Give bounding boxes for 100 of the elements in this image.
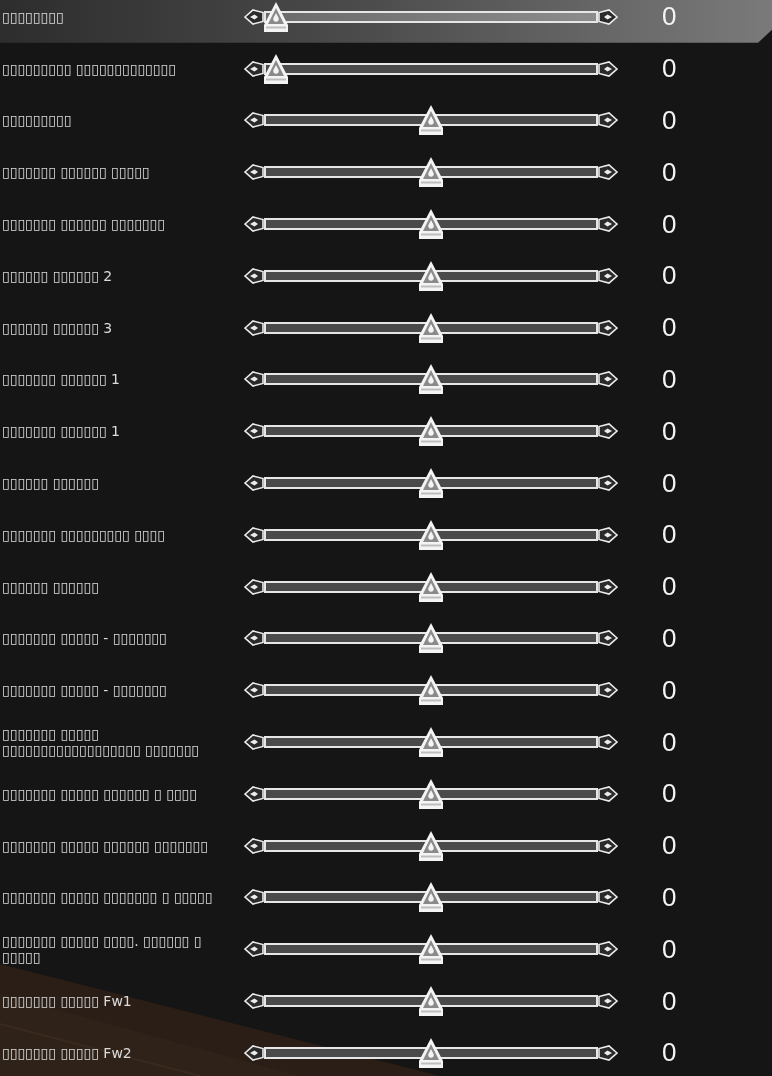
setting-row[interactable]: ▯▯▯▯▯▯▯ ▯▯▯▯▯▯ ▯▯▯▯▯ 0 [0,146,772,199]
right-arrow-icon[interactable] [598,318,618,337]
right-arrow-icon[interactable] [598,629,618,648]
setting-row[interactable]: ▯▯▯▯▯▯▯ ▯▯▯▯▯▯ 1 0 [0,353,772,406]
setting-label: ▯▯▯▯▯▯ ▯▯▯▯▯▯ [1,578,100,595]
slider-thumb[interactable] [419,157,443,188]
setting-row[interactable]: ▯▯▯▯▯▯▯ ▯▯▯▯▯ Fw1 0 [0,975,772,1027]
right-arrow-icon[interactable] [598,888,618,907]
left-arrow-icon[interactable] [244,59,264,78]
setting-row[interactable]: ▯▯▯▯▯▯▯ ▯▯▯▯▯▯ 1 0 [0,405,772,458]
slider-thumb[interactable] [419,623,443,654]
right-arrow-icon[interactable] [598,7,618,26]
setting-row[interactable]: ▯▯▯▯▯▯▯ ▯▯▯▯▯ ▯▯▯▯. ▯▯▯▯▯▯ ▯ ▯▯▯▯▯ 0 [0,923,772,976]
slider-thumb[interactable] [419,1037,443,1068]
slider-value: 0 [661,53,678,85]
slider-value: 0 [661,105,678,136]
setting-label: ▯▯▯▯▯▯▯▯▯ ▯▯▯▯▯▯▯▯▯▯▯▯▯ [1,60,177,77]
slider-thumb[interactable] [419,312,443,343]
left-arrow-icon[interactable] [244,215,264,234]
right-arrow-icon[interactable] [598,422,618,441]
slider-thumb[interactable] [419,675,443,706]
slider-thumb[interactable] [419,364,443,395]
setting-row[interactable]: ▯▯▯▯▯▯▯ ▯▯▯▯▯ Fw2 0 [0,1026,772,1076]
right-arrow-icon[interactable] [598,111,618,130]
right-arrow-icon[interactable] [598,525,618,544]
setting-row[interactable]: ▯▯▯▯▯▯ ▯▯▯▯▯▯ 2 0 [0,250,772,302]
right-arrow-icon[interactable] [598,836,618,855]
right-arrow-icon[interactable] [598,215,618,234]
left-arrow-icon[interactable] [244,577,264,596]
slider-thumb[interactable] [419,416,443,447]
slider-value: 0 [661,519,678,551]
right-arrow-icon[interactable] [598,370,618,389]
setting-label: ▯▯▯▯▯▯▯ ▯▯▯▯▯ ▯▯▯▯▯▯▯▯▯▯▯▯▯▯▯▯▯▯ ▯▯▯▯▯▯▯ [1,726,201,759]
left-arrow-icon[interactable] [244,1043,264,1062]
setting-row[interactable]: ▯▯▯▯▯▯▯ ▯▯▯▯▯▯ ▯▯▯▯▯▯▯ 0 [0,198,772,250]
left-arrow-icon[interactable] [244,784,264,803]
setting-row[interactable]: ▯▯▯▯▯▯ ▯▯▯▯▯▯ 0 [0,560,772,613]
right-arrow-icon[interactable] [598,784,618,803]
setting-label: ▯▯▯▯▯▯ ▯▯▯▯▯▯ 3 [1,319,114,336]
setting-label: ▯▯▯▯▯▯▯ ▯▯▯▯▯ ▯▯▯▯▯▯ ▯▯▯▯▯▯▯ [1,837,209,854]
left-arrow-icon[interactable] [244,733,264,752]
slider-thumb[interactable] [419,778,443,809]
setting-label: ▯▯▯▯▯▯▯ ▯▯▯▯▯▯▯▯▯ ▯▯▯▯ [1,526,166,543]
right-arrow-icon[interactable] [598,577,618,596]
left-arrow-icon[interactable] [244,163,264,182]
setting-row[interactable]: ▯▯▯▯▯▯▯ ▯▯▯▯▯ ▯▯▯▯▯▯▯▯▯▯▯▯▯▯▯▯▯▯ ▯▯▯▯▯▯▯ 0 [0,716,772,768]
setting-row[interactable]: ▯▯▯▯▯▯▯ ▯▯▯▯▯ ▯▯▯▯▯▯▯ ▯ ▯▯▯▯▯ 0 [0,871,772,924]
right-arrow-icon[interactable] [598,681,618,700]
right-arrow-icon[interactable] [598,1043,618,1062]
setting-label: ▯▯▯▯▯▯▯ ▯▯▯▯▯ ▯▯▯▯▯▯▯ ▯ ▯▯▯▯▯ [1,889,214,906]
slider-thumb[interactable] [264,53,288,84]
slider-thumb[interactable] [264,1,288,32]
right-arrow-icon[interactable] [598,733,618,752]
slider-thumb[interactable] [419,934,443,965]
setting-row[interactable]: ▯▯▯▯▯▯▯▯▯ ▯▯▯▯▯▯▯▯▯▯▯▯▯ 0 [0,42,772,95]
right-arrow-icon[interactable] [598,940,618,959]
left-arrow-icon[interactable] [244,318,264,337]
right-arrow-icon[interactable] [598,266,618,285]
left-arrow-icon[interactable] [244,888,264,907]
slider-value: 0 [661,156,678,188]
left-arrow-icon[interactable] [244,370,264,389]
setting-label: ▯▯▯▯▯▯▯ ▯▯▯▯▯▯ 1 [1,423,121,440]
setting-row[interactable]: ▯▯▯▯▯▯ ▯▯▯▯▯▯ 0 [0,457,772,509]
slider-thumb[interactable] [419,209,443,240]
setting-row[interactable]: ▯▯▯▯▯▯▯ ▯▯▯▯▯ ▯▯▯▯▯▯ ▯ ▯▯▯▯ 0 [0,767,772,820]
slider-thumb[interactable] [419,468,443,499]
slider-thumb[interactable] [419,727,443,758]
setting-row[interactable]: ▯▯▯▯▯▯ ▯▯▯▯▯▯ 3 0 [0,301,772,354]
left-arrow-icon[interactable] [244,525,264,544]
slider-thumb[interactable] [419,571,443,602]
left-arrow-icon[interactable] [244,422,264,441]
left-arrow-icon[interactable] [244,992,264,1011]
slider-thumb[interactable] [419,519,443,550]
right-arrow-icon[interactable] [598,163,618,182]
left-arrow-icon[interactable] [244,7,264,26]
slider-thumb[interactable] [419,260,443,291]
setting-row[interactable]: ▯▯▯▯▯▯▯ ▯▯▯▯▯▯▯▯▯ ▯▯▯▯ 0 [0,508,772,561]
left-arrow-icon[interactable] [244,474,264,493]
slider-value: 0 [661,260,678,292]
right-arrow-icon[interactable] [598,992,618,1011]
left-arrow-icon[interactable] [244,111,264,130]
setting-row[interactable]: ▯▯▯▯▯▯▯ ▯▯▯▯▯ - ▯▯▯▯▯▯▯ 0 [0,612,772,665]
left-arrow-icon[interactable] [244,629,264,648]
right-arrow-icon[interactable] [598,59,618,78]
setting-row[interactable]: ▯▯▯▯▯▯▯ ▯▯▯▯▯ - ▯▯▯▯▯▯▯ 0 [0,664,772,717]
left-arrow-icon[interactable] [244,266,264,285]
left-arrow-icon[interactable] [244,836,264,855]
slider-value: 0 [661,726,678,758]
left-arrow-icon[interactable] [244,940,264,959]
slider-thumb[interactable] [419,986,443,1017]
slider-thumb[interactable] [419,882,443,913]
right-arrow-icon[interactable] [598,474,618,493]
left-arrow-icon[interactable] [244,681,264,700]
slider-value: 0 [661,312,678,344]
setting-row[interactable]: ▯▯▯▯▯▯▯ ▯▯▯▯▯ ▯▯▯▯▯▯ ▯▯▯▯▯▯▯ 0 [0,819,772,872]
setting-row[interactable]: ▯▯▯▯▯▯▯▯ 0 [0,0,772,43]
setting-label: ▯▯▯▯▯▯▯ ▯▯▯▯▯▯ 1 [1,371,121,388]
setting-row[interactable]: ▯▯▯▯▯▯▯▯▯ 0 [0,94,772,147]
slider-thumb[interactable] [419,830,443,861]
slider-thumb[interactable] [419,105,443,136]
